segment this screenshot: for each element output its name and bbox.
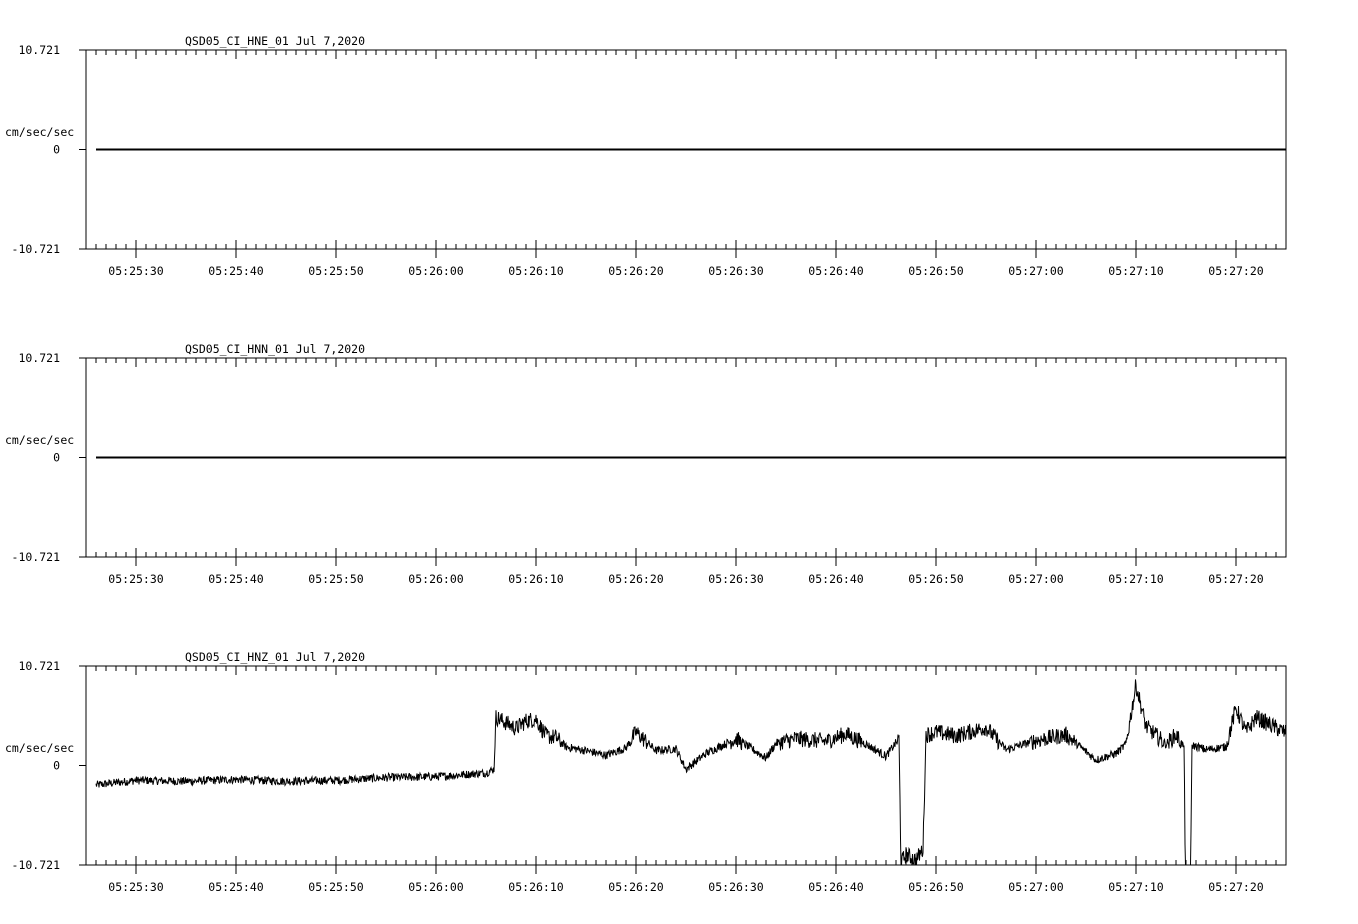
- y-tick-label: 0: [53, 143, 60, 157]
- y-axis-label: cm/sec/sec: [5, 741, 74, 755]
- x-tick-label: 05:26:20: [608, 572, 663, 586]
- panel-title: QSD05_CI_HNE_01 Jul 7,2020: [185, 34, 365, 48]
- x-tick-label: 05:26:50: [908, 264, 963, 278]
- plot-frame: [85, 665, 1287, 866]
- x-tick-label: 05:26:30: [708, 880, 763, 894]
- x-tick-label: 05:26:20: [608, 264, 663, 278]
- x-tick-label: 05:25:50: [308, 264, 363, 278]
- x-tick-label: 05:27:00: [1008, 264, 1063, 278]
- x-tick-label: 05:26:50: [908, 572, 963, 586]
- x-tick-label: 05:26:00: [408, 572, 463, 586]
- panel-title: QSD05_CI_HNN_01 Jul 7,2020: [185, 342, 365, 356]
- x-tick-label: 05:25:30: [108, 572, 163, 586]
- x-tick-label: 05:27:20: [1208, 572, 1263, 586]
- x-tick-label: 05:25:30: [108, 264, 163, 278]
- x-tick-label: 05:25:40: [208, 880, 263, 894]
- seismogram-figure: QSD05_CI_HNE_01 Jul 7,2020 10.721 0 -10.721…: [5, 34, 1287, 894]
- x-tick-label: 05:26:30: [708, 572, 763, 586]
- x-tick-label: 05:25:50: [308, 880, 363, 894]
- x-tick-label: 05:26:10: [508, 264, 563, 278]
- x-tick-label: 05:27:00: [1008, 880, 1063, 894]
- x-tick-label: 05:25:30: [108, 880, 163, 894]
- x-tick-label: 05:27:10: [1108, 572, 1163, 586]
- x-tick-label: 05:27:00: [1008, 572, 1063, 586]
- x-tick-label: 05:25:40: [208, 264, 263, 278]
- y-axis-label: cm/sec/sec: [5, 433, 74, 447]
- y-tick-label: 10.721: [18, 43, 60, 57]
- x-tick-label: 05:27:20: [1208, 264, 1263, 278]
- x-tick-label: 05:27:10: [1108, 880, 1163, 894]
- x-tick-label: 05:26:10: [508, 572, 563, 586]
- x-tick-label: 05:26:40: [808, 264, 863, 278]
- y-tick-label: -10.721: [12, 858, 61, 872]
- x-tick-label: 05:27:20: [1208, 880, 1263, 894]
- y-tick-label: 10.721: [18, 351, 60, 365]
- y-tick-label: -10.721: [12, 550, 61, 564]
- y-tick-label: 10.721: [18, 659, 60, 673]
- panel-title: QSD05_CI_HNZ_01 Jul 7,2020: [185, 650, 365, 664]
- y-axis-label: cm/sec/sec: [5, 125, 74, 139]
- x-tick-label: 05:25:50: [308, 572, 363, 586]
- y-tick-label: -10.721: [12, 242, 61, 256]
- y-tick-label: 0: [53, 451, 60, 465]
- trace-line: [95, 679, 1287, 866]
- x-tick-label: 05:26:00: [408, 264, 463, 278]
- x-tick-label: 05:26:10: [508, 880, 563, 894]
- x-tick-label: 05:26:40: [808, 572, 863, 586]
- x-tick-label: 05:26:30: [708, 264, 763, 278]
- x-tick-label: 05:27:10: [1108, 264, 1163, 278]
- x-tick-label: 05:26:00: [408, 880, 463, 894]
- x-tick-label: 05:26:40: [808, 880, 863, 894]
- x-tick-label: 05:26:20: [608, 880, 663, 894]
- x-tick-label: 05:25:40: [208, 572, 263, 586]
- x-tick-label: 05:26:50: [908, 880, 963, 894]
- y-tick-label: 0: [53, 759, 60, 773]
